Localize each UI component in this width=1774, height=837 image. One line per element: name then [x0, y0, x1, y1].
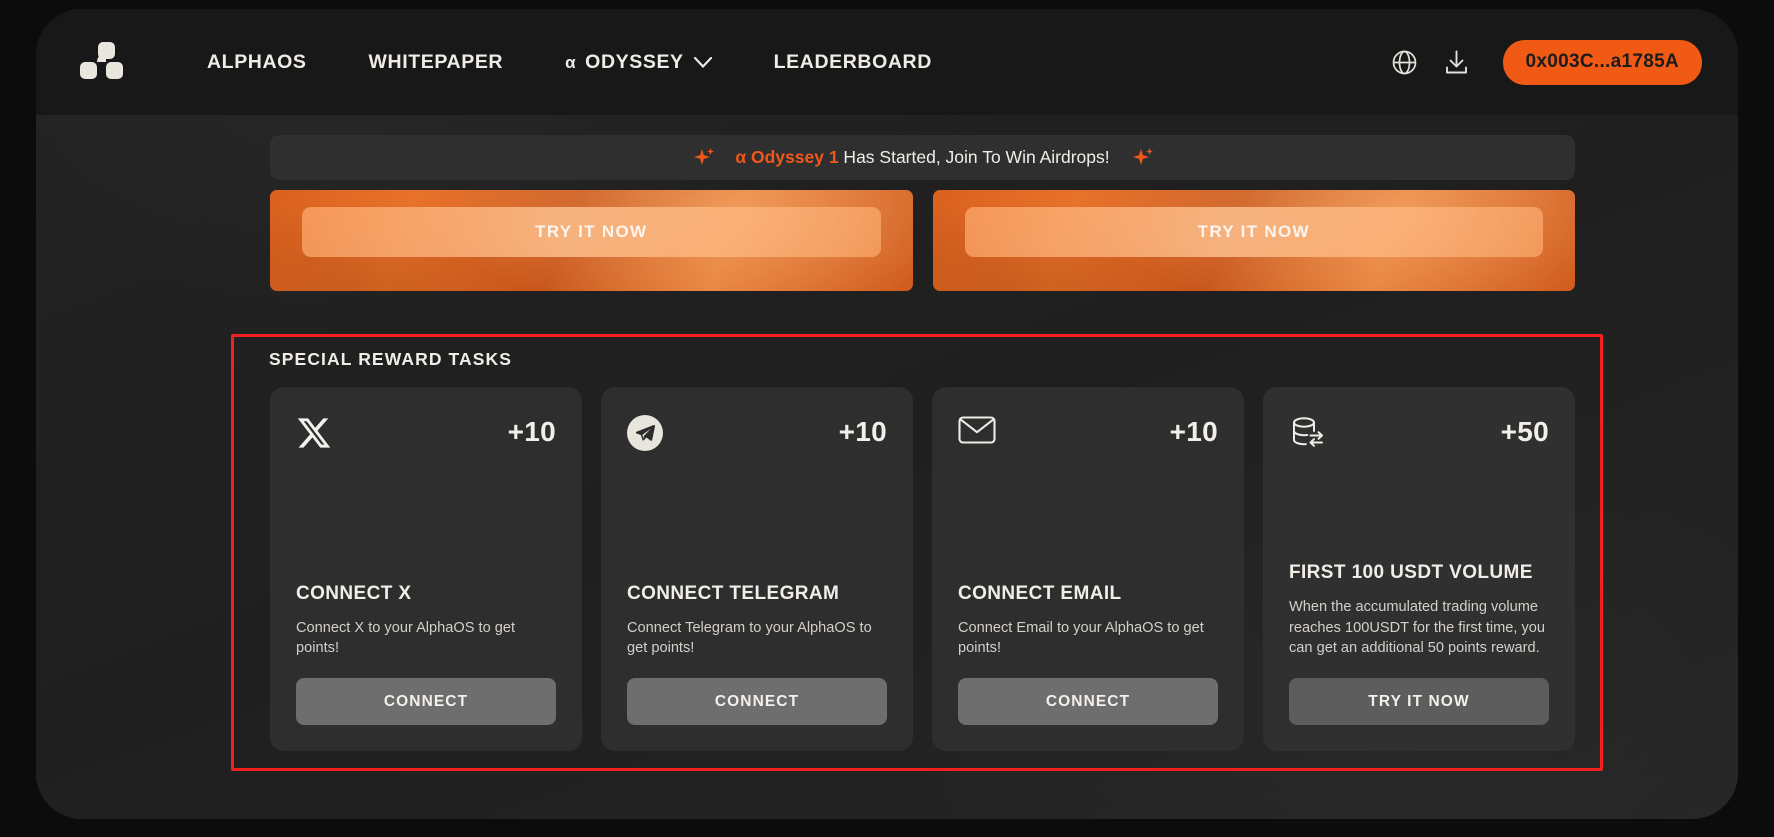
download-app-button[interactable] — [1442, 47, 1472, 77]
promo-banner-2[interactable]: TRY IT NOW — [932, 190, 1575, 291]
language-globe-button[interactable] — [1390, 47, 1420, 77]
promo-banner-row: TRY IT NOW TRY IT NOW — [270, 190, 1575, 291]
task-card-description: When the accumulated trading volume reac… — [1289, 598, 1546, 657]
task-card-description: Connect Telegram to your AlphaOS to get … — [627, 619, 872, 657]
alpha-symbol: α — [565, 53, 577, 72]
logo-home-link[interactable] — [58, 42, 154, 82]
top-navigation-bar: ALPHAOS WHITEPAPER α ODYSSEY LEADERBOARD — [36, 9, 1738, 115]
connect-email-button[interactable]: CONNECT — [958, 678, 1218, 725]
app-window: ALPHAOS WHITEPAPER α ODYSSEY LEADERBOARD — [36, 9, 1738, 819]
task-card-header: +10 — [627, 415, 887, 467]
globe-icon — [1392, 50, 1417, 74]
nav-item-whitepaper-label: WHITEPAPER — [368, 50, 504, 73]
task-card-description: Connect Email to your AlphaOS to get poi… — [958, 619, 1204, 657]
announcement-highlight: α Odyssey 1 — [735, 147, 839, 167]
nav-item-whitepaper[interactable]: WHITEPAPER — [338, 41, 535, 84]
promo-banner-1[interactable]: TRY IT NOW — [270, 190, 913, 291]
chevron-down-icon — [693, 56, 712, 68]
x-twitter-icon — [297, 418, 331, 448]
promo-2-try-it-now-button[interactable]: TRY IT NOW — [964, 207, 1543, 257]
nav-item-odyssey[interactable]: α ODYSSEY — [534, 41, 743, 84]
first-100-usdt-button-label: TRY IT NOW — [1368, 692, 1470, 710]
nav-item-alphaos-label: ALPHAOS — [207, 50, 307, 73]
task-card-first-100-usdt-volume[interactable]: +50 FIRST 100 USDT VOLUME When the accum… — [1263, 387, 1575, 751]
alphaos-logo-icon — [80, 42, 123, 79]
promo-1-button-label: TRY IT NOW — [535, 222, 648, 241]
task-card-title: CONNECT X — [296, 582, 412, 604]
nav-item-odyssey-label: ODYSSEY — [585, 50, 684, 73]
task-card-connect-x[interactable]: +10 CONNECT X Connect X to your AlphaOS … — [270, 387, 582, 751]
sparkle-icon — [1132, 147, 1153, 165]
promo-1-try-it-now-button[interactable]: TRY IT NOW — [302, 207, 881, 257]
telegram-icon — [627, 415, 663, 451]
task-card-header: +50 — [1289, 415, 1549, 467]
connect-x-button-label: CONNECT — [383, 692, 469, 710]
nav-item-leaderboard-label: LEADERBOARD — [773, 50, 932, 73]
announcement-banner[interactable]: α Odyssey 1 Has Started, Join To Win Air… — [270, 135, 1575, 180]
special-reward-tasks-title: SPECIAL REWARD TASKS — [269, 349, 513, 369]
task-card-points: +10 — [1169, 416, 1218, 447]
database-exchange-icon — [1293, 417, 1323, 447]
first-100-usdt-try-it-now-button[interactable]: TRY IT NOW — [1289, 678, 1549, 725]
task-card-body: FIRST 100 USDT VOLUME When the accumulat… — [1289, 562, 1549, 725]
wallet-address-button[interactable]: 0x003C...a1785A — [1502, 39, 1702, 85]
download-icon — [1446, 50, 1467, 73]
promo-2-button-label: TRY IT NOW — [1197, 222, 1310, 241]
nav-item-alphaos[interactable]: ALPHAOS — [176, 41, 338, 84]
connect-telegram-button[interactable]: CONNECT — [627, 678, 887, 725]
task-card-connect-email[interactable]: +10 CONNECT EMAIL Connect Email to your … — [932, 387, 1244, 751]
task-card-header: +10 — [296, 415, 556, 467]
envelope-icon — [958, 416, 996, 444]
nav-right-controls: 0x003C...a1785A — [1390, 39, 1702, 85]
task-card-title: FIRST 100 USDT VOLUME — [1289, 561, 1533, 583]
nav-item-leaderboard[interactable]: LEADERBOARD — [743, 41, 963, 84]
connect-telegram-button-label: CONNECT — [714, 692, 800, 710]
paper-plane-glyph — [635, 424, 656, 441]
task-card-points: +10 — [838, 416, 887, 447]
task-card-body: CONNECT EMAIL Connect Email to your Alph… — [958, 583, 1218, 725]
task-card-description: Connect X to your AlphaOS to get points! — [296, 619, 516, 657]
task-card-body: CONNECT TELEGRAM Connect Telegram to you… — [627, 583, 887, 725]
announcement-text: α Odyssey 1 Has Started, Join To Win Air… — [735, 147, 1109, 168]
task-card-title: CONNECT TELEGRAM — [627, 582, 840, 604]
task-card-connect-telegram[interactable]: +10 CONNECT TELEGRAM Connect Telegram to… — [601, 387, 913, 751]
task-card-body: CONNECT X Connect X to your AlphaOS to g… — [296, 583, 556, 725]
announcement-rest: Has Started, Join To Win Airdrops! — [838, 147, 1110, 167]
connect-email-button-label: CONNECT — [1045, 692, 1131, 710]
connect-x-button[interactable]: CONNECT — [296, 678, 556, 725]
sparkle-icon — [694, 147, 715, 165]
task-card-header: +10 — [958, 415, 1218, 467]
task-cards-row: +10 CONNECT X Connect X to your AlphaOS … — [270, 387, 1575, 751]
task-card-points: +10 — [507, 416, 556, 447]
task-card-title: CONNECT EMAIL — [958, 582, 1122, 604]
nav-links: ALPHAOS WHITEPAPER α ODYSSEY LEADERBOARD — [176, 41, 963, 84]
task-card-points: +50 — [1500, 416, 1549, 447]
